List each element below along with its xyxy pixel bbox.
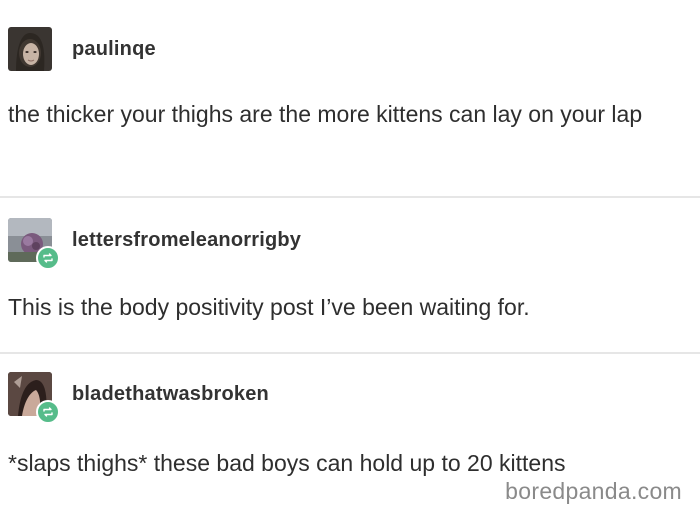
post-header: paulinqe [8, 27, 156, 71]
username[interactable]: lettersfromeleanorrigby [72, 229, 301, 252]
avatar[interactable] [8, 27, 52, 71]
post-text: *slaps thighs* these bad boys can hold u… [8, 450, 566, 476]
post-text: This is the body positivity post I’ve be… [8, 294, 530, 320]
post-header: bladethatwasbroken [8, 372, 269, 424]
avatar[interactable] [8, 372, 60, 424]
username[interactable]: paulinqe [72, 38, 156, 61]
watermark: boredpanda.com [505, 478, 682, 504]
reblog-icon [43, 407, 53, 417]
avatar[interactable] [8, 218, 60, 270]
divider [0, 196, 700, 198]
divider [0, 352, 700, 354]
reblog-icon [43, 253, 53, 263]
post-text: the thicker your thighs are the more kit… [8, 101, 643, 127]
username[interactable]: bladethatwasbroken [72, 383, 269, 406]
reblog-badge [36, 246, 60, 270]
post-header: lettersfromeleanorrigby [8, 218, 301, 270]
reblog-badge [36, 400, 60, 424]
